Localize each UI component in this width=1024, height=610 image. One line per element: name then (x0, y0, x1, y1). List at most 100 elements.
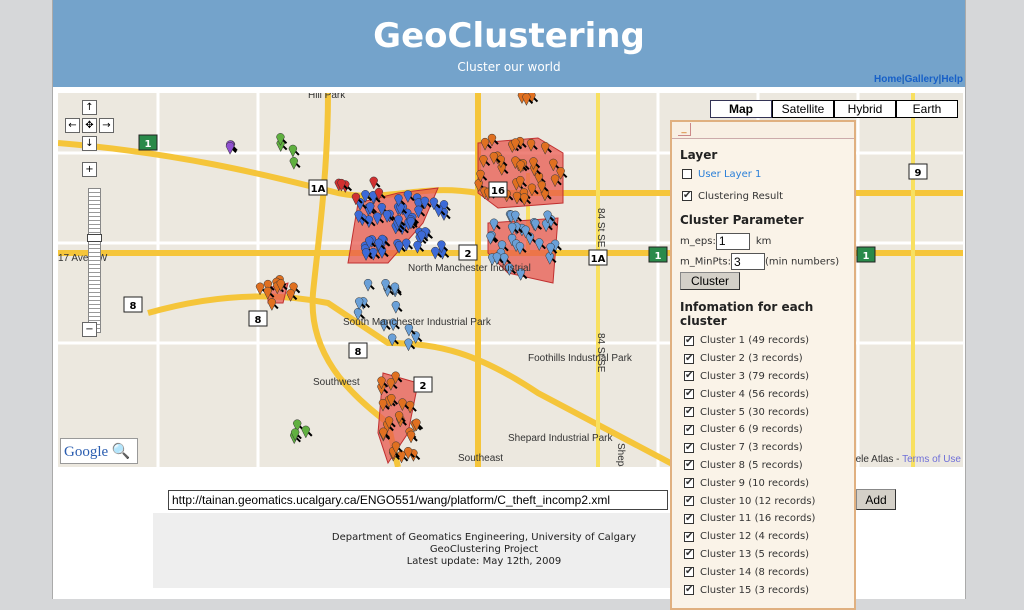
cluster-label: Cluster 1 (49 records) (700, 335, 810, 347)
zoom-out-button[interactable]: − (82, 322, 97, 337)
cluster-button[interactable]: Cluster (680, 272, 741, 290)
page-title: GeoClustering (373, 16, 645, 56)
pan-up-button[interactable]: ↑ (82, 100, 97, 115)
map-label: Hill Park (308, 93, 346, 101)
svg-text:8: 8 (355, 347, 362, 358)
zoom-slider[interactable] (87, 188, 102, 333)
magnifier-icon: 🔍 (111, 444, 131, 460)
cluster-label: Cluster 5 (30 records) (700, 406, 810, 418)
map-type-hybrid[interactable]: Hybrid (834, 100, 896, 118)
cluster-item[interactable]: ✔ Cluster 14 (8 records) (684, 563, 854, 581)
google-logo[interactable]: Google 🔍 (60, 438, 138, 464)
highway-shield: 1 (856, 246, 876, 263)
map-type-earth[interactable]: Earth (896, 100, 958, 118)
header: GeoClustering Cluster our world Home|Gal… (53, 0, 965, 87)
cluster-list: ✔ Cluster 1 (49 records) ✔ Cluster 2 (3 rec… (672, 332, 854, 599)
svg-text:9: 9 (915, 168, 922, 179)
cluster-item[interactable]: ✔ Cluster 11 (16 records) (684, 510, 854, 528)
layer-item[interactable]: ✔ Clustering Result (682, 188, 854, 204)
highway-shield: 1 (648, 246, 668, 263)
highway-shield: 16 (488, 181, 508, 198)
page-subtitle: Cluster our world (457, 60, 561, 74)
highway-shield: 2 (458, 244, 478, 261)
map-label: Southwest (313, 377, 360, 388)
cluster-marker[interactable] (301, 425, 313, 439)
cluster-checkbox[interactable]: ✔ (684, 478, 694, 489)
cluster-item[interactable]: ✔ Cluster 12 (4 records) (684, 528, 854, 546)
cluster-label: Cluster 2 (3 records) (700, 353, 803, 365)
cluster-checkbox[interactable]: ✔ (684, 496, 694, 507)
zoom-slider-thumb[interactable] (87, 234, 102, 242)
cluster-item[interactable]: ✔ Cluster 3 (79 records) (684, 368, 854, 386)
cluster-checkbox[interactable]: ✔ (684, 585, 694, 596)
cluster-marker[interactable] (391, 300, 403, 314)
map-label: 84 St SE (595, 208, 606, 248)
cluster-checkbox[interactable]: ✔ (684, 424, 694, 435)
cluster-checkbox[interactable]: ✔ (684, 353, 694, 364)
minpts-label: m_MinPts: (680, 256, 732, 268)
minpts-input[interactable] (731, 253, 766, 270)
cluster-item[interactable]: ✔ Cluster 15 (3 records) (684, 581, 854, 599)
gallery-link[interactable]: Gallery (905, 74, 939, 85)
svg-text:1A: 1A (311, 184, 326, 195)
layer-item[interactable]: User Layer 1 (682, 166, 854, 182)
minimize-button[interactable]: _ (678, 123, 691, 136)
eps-input[interactable] (715, 232, 750, 250)
cluster-item[interactable]: ✔ Cluster 9 (10 records) (684, 474, 854, 492)
cluster-marker[interactable] (369, 176, 381, 190)
highway-shield: 1A (588, 249, 608, 266)
home-link[interactable]: Home (874, 74, 902, 85)
map-type-satellite[interactable]: Satellite (772, 100, 834, 118)
map-label: Southeast (458, 453, 503, 464)
terms-of-use-link[interactable]: Terms of Use (902, 454, 961, 465)
cluster-checkbox[interactable]: ✔ (684, 389, 694, 400)
cluster-item[interactable]: ✔ Cluster 6 (9 records) (684, 421, 854, 439)
cluster-checkbox[interactable]: ✔ (684, 371, 694, 382)
map-type-map[interactable]: Map (710, 100, 772, 118)
cluster-checkbox[interactable]: ✔ (684, 407, 694, 418)
svg-text:8: 8 (130, 301, 137, 312)
pan-left-button[interactable]: ← (65, 118, 80, 133)
cluster-item[interactable]: ✔ Cluster 4 (56 records) (684, 385, 854, 403)
top-links: Home|Gallery|Help (873, 74, 963, 85)
cluster-marker[interactable] (288, 144, 300, 158)
cluster-parameter-heading: Cluster Parameter (680, 213, 804, 227)
cluster-marker[interactable] (289, 157, 301, 170)
cluster-checkbox[interactable]: ✔ (684, 335, 694, 346)
cluster-label: Cluster 12 (4 records) (700, 531, 810, 543)
cluster-checkbox[interactable]: ✔ (684, 460, 694, 471)
cluster-item[interactable]: ✔ Cluster 8 (5 records) (684, 457, 854, 475)
user-layer-label[interactable]: User Layer 1 (698, 169, 761, 180)
cluster-checkbox[interactable]: ✔ (684, 549, 694, 560)
highway-shield: 1 (138, 134, 158, 151)
cluster-item[interactable]: ✔ Cluster 2 (3 records) (684, 350, 854, 368)
user-layer-checkbox[interactable] (682, 169, 692, 179)
help-link[interactable]: Help (941, 74, 963, 85)
svg-text:2: 2 (465, 249, 472, 260)
highway-shield: 2 (413, 376, 433, 393)
svg-text:8: 8 (255, 315, 262, 326)
pan-right-button[interactable]: → (99, 118, 114, 133)
layer-url-input[interactable] (168, 490, 668, 510)
cluster-label: Cluster 3 (79 records) (700, 370, 810, 382)
clustering-result-checkbox[interactable]: ✔ (682, 191, 692, 201)
zoom-in-button[interactable]: + (82, 162, 97, 177)
cluster-item[interactable]: ✔ Cluster 13 (5 records) (684, 546, 854, 564)
cluster-item[interactable]: ✔ Cluster 1 (49 records) (684, 332, 854, 350)
cluster-item[interactable]: ✔ Cluster 10 (12 records) (684, 492, 854, 510)
cluster-checkbox[interactable]: ✔ (684, 567, 694, 578)
highway-shield: 1A (308, 179, 328, 196)
cluster-label: Cluster 9 (10 records) (700, 477, 810, 489)
cluster-item[interactable]: ✔ Cluster 5 (30 records) (684, 403, 854, 421)
map-label: Shepard Industrial Park (508, 433, 614, 444)
cluster-label: Cluster 7 (3 records) (700, 442, 803, 454)
cluster-checkbox[interactable]: ✔ (684, 442, 694, 453)
cluster-checkbox[interactable]: ✔ (684, 513, 694, 524)
cluster-checkbox[interactable]: ✔ (684, 531, 694, 542)
reset-view-button[interactable]: ✥ (82, 118, 97, 133)
cluster-item[interactable]: ✔ Cluster 7 (3 records) (684, 439, 854, 457)
cluster-label: Cluster 10 (12 records) (700, 495, 816, 507)
cluster-marker[interactable] (363, 278, 375, 292)
add-button[interactable]: Add (856, 489, 896, 510)
pan-down-button[interactable]: ↓ (82, 136, 97, 151)
